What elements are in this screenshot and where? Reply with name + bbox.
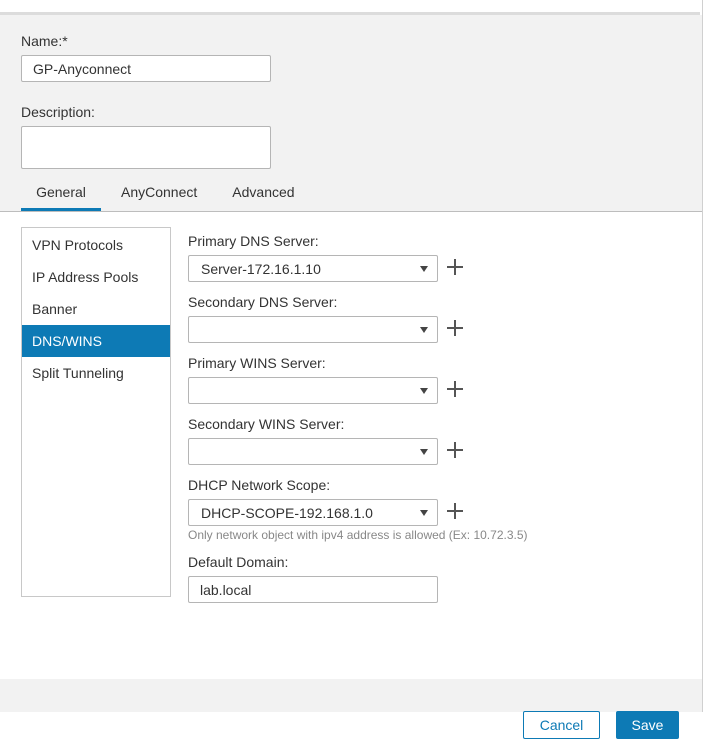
- name-input[interactable]: GP-Anyconnect: [21, 55, 271, 82]
- dhcp-scope-select[interactable]: DHCP-SCOPE-192.168.1.0: [188, 499, 438, 526]
- primary-wins-label: Primary WINS Server:: [188, 355, 326, 371]
- chevron-down-icon: [420, 449, 428, 455]
- tab-anyconnect[interactable]: AnyConnect: [121, 177, 197, 211]
- secondary-wins-label: Secondary WINS Server:: [188, 416, 345, 432]
- secondary-dns-select[interactable]: [188, 316, 438, 343]
- side-nav-item-banner[interactable]: Banner: [22, 293, 170, 325]
- add-secondary-wins-plus-icon[interactable]: [447, 442, 463, 458]
- dhcp-scope-value: DHCP-SCOPE-192.168.1.0: [201, 504, 373, 521]
- side-nav-item-split-tunneling[interactable]: Split Tunneling: [22, 357, 170, 389]
- primary-dns-value: Server-172.16.1.10: [201, 260, 321, 277]
- footer-panel: [0, 679, 702, 712]
- tab-general[interactable]: General: [21, 177, 101, 211]
- name-label: Name:*: [21, 33, 68, 49]
- add-dhcp-scope-plus-icon[interactable]: [447, 503, 463, 519]
- description-label: Description:: [21, 104, 95, 120]
- side-nav-item-dns-wins[interactable]: DNS/WINS: [22, 325, 170, 357]
- primary-dns-select[interactable]: Server-172.16.1.10: [188, 255, 438, 282]
- add-primary-wins-plus-icon[interactable]: [447, 381, 463, 397]
- cancel-button[interactable]: Cancel: [523, 711, 600, 739]
- dhcp-help-text: Only network object with ipv4 address is…: [188, 528, 528, 542]
- dhcp-scope-label: DHCP Network Scope:: [188, 477, 331, 493]
- tab-bar: General AnyConnect Advanced: [21, 177, 295, 211]
- save-button[interactable]: Save: [616, 711, 679, 739]
- secondary-dns-label: Secondary DNS Server:: [188, 294, 338, 310]
- chevron-down-icon: [420, 327, 428, 333]
- right-border: [702, 0, 703, 712]
- add-secondary-dns-plus-icon[interactable]: [447, 320, 463, 336]
- default-domain-label: Default Domain:: [188, 554, 289, 570]
- chevron-down-icon: [420, 510, 428, 516]
- side-nav-item-ip-address-pools[interactable]: IP Address Pools: [22, 261, 170, 293]
- side-nav-item-vpn-protocols[interactable]: VPN Protocols: [22, 229, 170, 261]
- description-input[interactable]: [21, 126, 271, 169]
- primary-wins-select[interactable]: [188, 377, 438, 404]
- side-nav: VPN Protocols IP Address Pools Banner DN…: [21, 227, 171, 597]
- chevron-down-icon: [420, 388, 428, 394]
- default-domain-input[interactable]: lab.local: [188, 576, 438, 603]
- primary-dns-label: Primary DNS Server:: [188, 233, 319, 249]
- add-primary-dns-plus-icon[interactable]: [447, 259, 463, 275]
- chevron-down-icon: [420, 266, 428, 272]
- secondary-wins-select[interactable]: [188, 438, 438, 465]
- tab-advanced[interactable]: Advanced: [232, 177, 294, 211]
